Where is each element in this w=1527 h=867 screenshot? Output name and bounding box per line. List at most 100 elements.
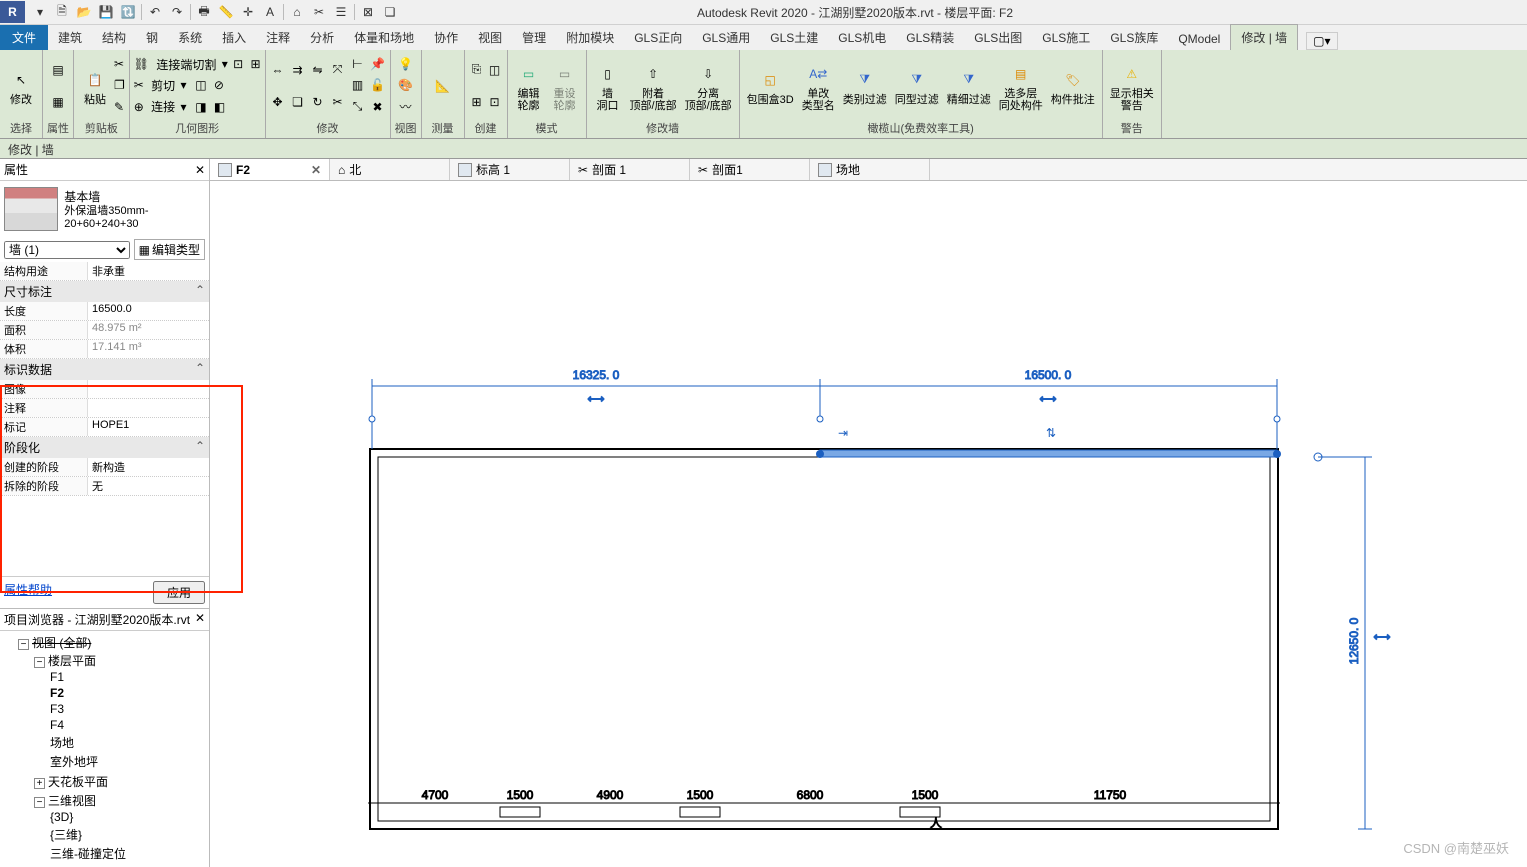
drawing-canvas[interactable]: ⇥ ⇅ 16325. 0 ⟷ 16500. 0 ⟷ [210, 181, 1527, 867]
view-tab[interactable]: F2✕ [210, 159, 330, 180]
tab-gls7[interactable]: GLS施工 [1032, 25, 1100, 50]
tree-floor-plans[interactable]: 楼层平面 [48, 654, 96, 668]
create-assembly-icon[interactable]: ◫ [487, 62, 503, 78]
cope-ext2-icon[interactable]: ⊞ [250, 57, 260, 71]
qat-undo-icon[interactable]: ↶ [146, 3, 164, 21]
collapse-icon[interactable]: − [34, 797, 45, 808]
split-icon[interactable]: ⊢ [350, 56, 366, 72]
collapse-icon[interactable]: − [18, 639, 29, 650]
view-tab[interactable]: ✂剖面1 [690, 159, 810, 180]
tab-gls2[interactable]: GLS通用 [692, 25, 760, 50]
tab-steel[interactable]: 钢 [136, 25, 168, 50]
cut-icon[interactable]: ✂ [114, 54, 125, 74]
bb3d-button[interactable]: ◱包围盒3D [744, 64, 797, 108]
edit-profile-button[interactable]: ▭编辑 轮廓 [512, 58, 546, 114]
tab-qmodel[interactable]: QModel [1168, 28, 1230, 50]
view-tab[interactable]: ✂剖面 1 [570, 159, 690, 180]
dim-lock-icon[interactable]: ⟷ [1373, 630, 1390, 644]
tab-manage[interactable]: 管理 [512, 25, 556, 50]
view-tab[interactable]: 标高 1 [450, 159, 570, 180]
tab-view[interactable]: 视图 [468, 25, 512, 50]
file-tab[interactable]: 文件 [0, 25, 48, 50]
unpin-icon[interactable]: 🔓 [370, 77, 386, 93]
tree-3d[interactable]: 三维视图 [48, 794, 96, 808]
multifloor-button[interactable]: ▤选多层 同处构件 [996, 58, 1046, 114]
tab-gls5[interactable]: GLS精装 [896, 25, 964, 50]
qat-section-icon[interactable]: ✂ [310, 3, 328, 21]
dimension-text[interactable]: 12650. 0 [1347, 617, 1361, 664]
qat-close-icon[interactable]: ⊠ [359, 3, 377, 21]
dimension-text[interactable]: 16325. 0 [573, 368, 620, 382]
qat-align-icon[interactable]: ✛ [239, 3, 257, 21]
tab-structure[interactable]: 结构 [92, 25, 136, 50]
flip-handle[interactable]: ⇥ [838, 426, 848, 440]
close-icon[interactable]: ✕ [195, 163, 205, 177]
dimension-text[interactable]: 16500. 0 [1025, 368, 1072, 382]
qat-3d-icon[interactable]: ⌂ [288, 3, 306, 21]
beam-join-icon[interactable]: ◧ [214, 100, 225, 114]
demolish-icon[interactable]: ⊘ [214, 78, 224, 92]
tree-item[interactable]: 室外地坪 [50, 752, 207, 771]
tree-ceiling[interactable]: 天花板平面 [48, 775, 108, 789]
cut-geom-icon[interactable]: ✂ [134, 78, 144, 92]
tree-item[interactable]: 三维-碰撞定位 [50, 844, 207, 863]
create-sim-icon[interactable]: ⎘ [469, 62, 485, 78]
tab-gls8[interactable]: GLS族库 [1100, 25, 1168, 50]
flip-handle[interactable]: ⇅ [1046, 426, 1056, 440]
cope-ext-icon[interactable]: ⊡ [233, 57, 243, 71]
qat-new-icon[interactable]: 🗎 [53, 3, 71, 21]
measure-button[interactable]: 📐 [426, 70, 460, 102]
qat-print-icon[interactable]: 🖶 [195, 3, 213, 21]
tree-item[interactable]: F1 [50, 669, 207, 685]
mirror-draw-icon[interactable]: ⤧ [330, 62, 346, 78]
tree-item[interactable]: 场地 [50, 733, 207, 752]
delete-icon[interactable]: ✖ [370, 99, 386, 115]
properties-icon[interactable]: ▤ [50, 62, 66, 78]
tree-item-active[interactable]: F2 [50, 685, 207, 701]
cat-filter-button[interactable]: ⧩类别过滤 [840, 64, 890, 108]
view-tab[interactable]: 场地 [810, 159, 930, 180]
qat-switch-icon[interactable]: ❏ [381, 3, 399, 21]
view-tab[interactable]: ⌂北 [330, 159, 450, 180]
tab-analyze[interactable]: 分析 [300, 25, 344, 50]
tab-gls3[interactable]: GLS土建 [760, 25, 828, 50]
scale-icon[interactable]: ⤡ [350, 99, 366, 115]
create-part-icon[interactable]: ⊡ [487, 94, 503, 110]
instance-selector[interactable]: 墙 (1) [4, 241, 130, 259]
qat-redo-icon[interactable]: ↷ [168, 3, 186, 21]
tab-collab[interactable]: 协作 [424, 25, 468, 50]
tab-systems[interactable]: 系统 [168, 25, 212, 50]
edit-type-button[interactable]: ▦编辑类型 [134, 239, 205, 260]
cope-icon[interactable]: ⛓ [134, 57, 149, 71]
rotate-icon[interactable]: ↻ [310, 94, 326, 110]
dim-lock-icon[interactable]: ⟷ [587, 392, 604, 406]
selected-wall[interactable] [820, 450, 1277, 457]
attach-button[interactable]: ⇧附着 顶部/底部 [627, 58, 680, 114]
tree-item[interactable]: F3 [50, 701, 207, 717]
qat-open-icon[interactable]: ▾ [31, 3, 49, 21]
copy-icon[interactable]: ❐ [114, 75, 125, 95]
tree-item[interactable]: {3D} [50, 809, 207, 825]
move-icon[interactable]: ✥ [270, 94, 286, 110]
type-filter-button[interactable]: ⧩同型过滤 [892, 64, 942, 108]
param-value[interactable]: 16500.0 [88, 302, 209, 320]
qat-folder-icon[interactable]: 📂 [75, 3, 93, 21]
fine-filter-button[interactable]: ⧩精细过滤 [944, 64, 994, 108]
close-icon[interactable]: ✕ [311, 163, 321, 177]
wall-join-icon[interactable]: ◨ [195, 100, 206, 114]
paste-button[interactable]: 📋粘贴 [78, 64, 112, 108]
tab-massing[interactable]: 体量和场地 [344, 25, 424, 50]
linework-icon[interactable]: 〰 [398, 99, 414, 115]
group-header[interactable]: 尺寸标注⌃ [0, 281, 209, 302]
type-selector-box[interactable]: 基本墙 外保温墙350mm- 20+60+240+30 [0, 181, 209, 237]
type-prop-icon[interactable]: ▦ [50, 94, 66, 110]
param-value[interactable]: 非承重 [88, 262, 209, 280]
offset-icon[interactable]: ⇉ [290, 62, 306, 78]
tree-root[interactable]: 视图 (全部) [32, 636, 91, 650]
close-icon[interactable]: ✕ [195, 611, 205, 628]
tab-architecture[interactable]: 建筑 [48, 25, 92, 50]
tab-gls1[interactable]: GLS正向 [624, 25, 692, 50]
mirror-axis-icon[interactable]: ⇋ [310, 62, 326, 78]
help-dropdown[interactable]: ▢▾ [1306, 32, 1337, 50]
pin-icon[interactable]: 📌 [370, 56, 386, 72]
